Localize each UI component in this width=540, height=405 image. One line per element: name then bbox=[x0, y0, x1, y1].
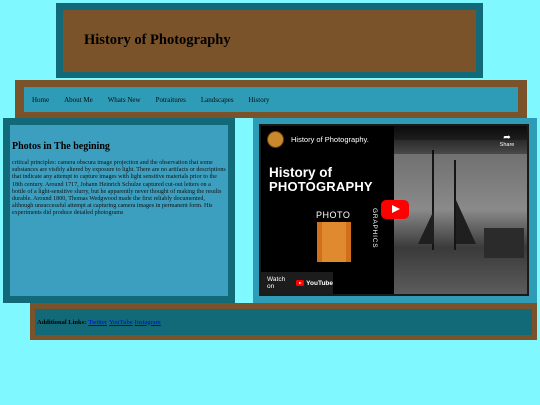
play-icon[interactable] bbox=[381, 200, 409, 219]
article-title: Photos in The begining bbox=[12, 141, 110, 152]
thumbnail-ship-photo bbox=[394, 140, 527, 294]
share-button[interactable]: ➦ Share bbox=[497, 132, 517, 148]
nav-link-home[interactable]: Home bbox=[32, 96, 49, 104]
thumbnail-title-line2: PHOTOGRAPHY bbox=[269, 179, 373, 195]
youtube-embed[interactable]: History of Photography. ➦ Share History … bbox=[259, 124, 529, 296]
site-title: History of Photography bbox=[84, 32, 231, 48]
video-title[interactable]: History of Photography. bbox=[291, 135, 369, 144]
footer-link-instagram[interactable]: Instagram bbox=[135, 319, 161, 326]
thumbnail-title: History of PHOTOGRAPHY bbox=[269, 165, 373, 195]
footer: Additional Links: Twitter YouTube Instag… bbox=[30, 303, 537, 340]
footer-link-youtube[interactable]: YouTube bbox=[109, 319, 133, 326]
nav-link-landscapes[interactable]: Landscapes bbox=[201, 96, 234, 104]
thumbnail-photo-word: PHOTO bbox=[316, 210, 351, 220]
footer-inner: Additional Links: Twitter YouTube Instag… bbox=[35, 309, 532, 335]
thumbnail-graphics-word: GRAPHICS bbox=[371, 208, 378, 249]
article-panel: Photos in The begining critical principl… bbox=[3, 118, 235, 303]
article-inner: Photos in The begining critical principl… bbox=[10, 125, 228, 296]
video-panel: History of Photography. ➦ Share History … bbox=[253, 118, 537, 303]
header-inner: History of Photography bbox=[63, 10, 476, 72]
footer-label: Additional Links: bbox=[37, 318, 87, 326]
watch-on-youtube-button[interactable]: Watch on YouTube bbox=[261, 272, 333, 294]
youtube-logo-icon bbox=[295, 280, 305, 286]
nav-link-history[interactable]: History bbox=[249, 96, 270, 104]
share-label: Share bbox=[499, 142, 515, 148]
youtube-wordmark: YouTube bbox=[306, 279, 333, 287]
nav-bar: Home About Me Whats New Potraitures Land… bbox=[15, 80, 527, 118]
share-icon: ➦ bbox=[503, 132, 511, 142]
nav-inner: Home About Me Whats New Potraitures Land… bbox=[24, 87, 518, 112]
watch-on-label: Watch on bbox=[267, 276, 286, 290]
nav-link-about-me[interactable]: About Me bbox=[64, 96, 93, 104]
channel-avatar[interactable] bbox=[267, 131, 284, 148]
thumbnail-title-line1: History of bbox=[269, 165, 333, 180]
film-strip-icon bbox=[317, 222, 351, 262]
footer-link-twitter[interactable]: Twitter bbox=[88, 319, 107, 326]
nav-link-potraitures[interactable]: Potraitures bbox=[156, 96, 186, 104]
article-body: critical principles: camera obscura imag… bbox=[12, 160, 226, 217]
header-banner: History of Photography bbox=[56, 3, 483, 78]
nav-link-whats-new[interactable]: Whats New bbox=[108, 96, 141, 104]
